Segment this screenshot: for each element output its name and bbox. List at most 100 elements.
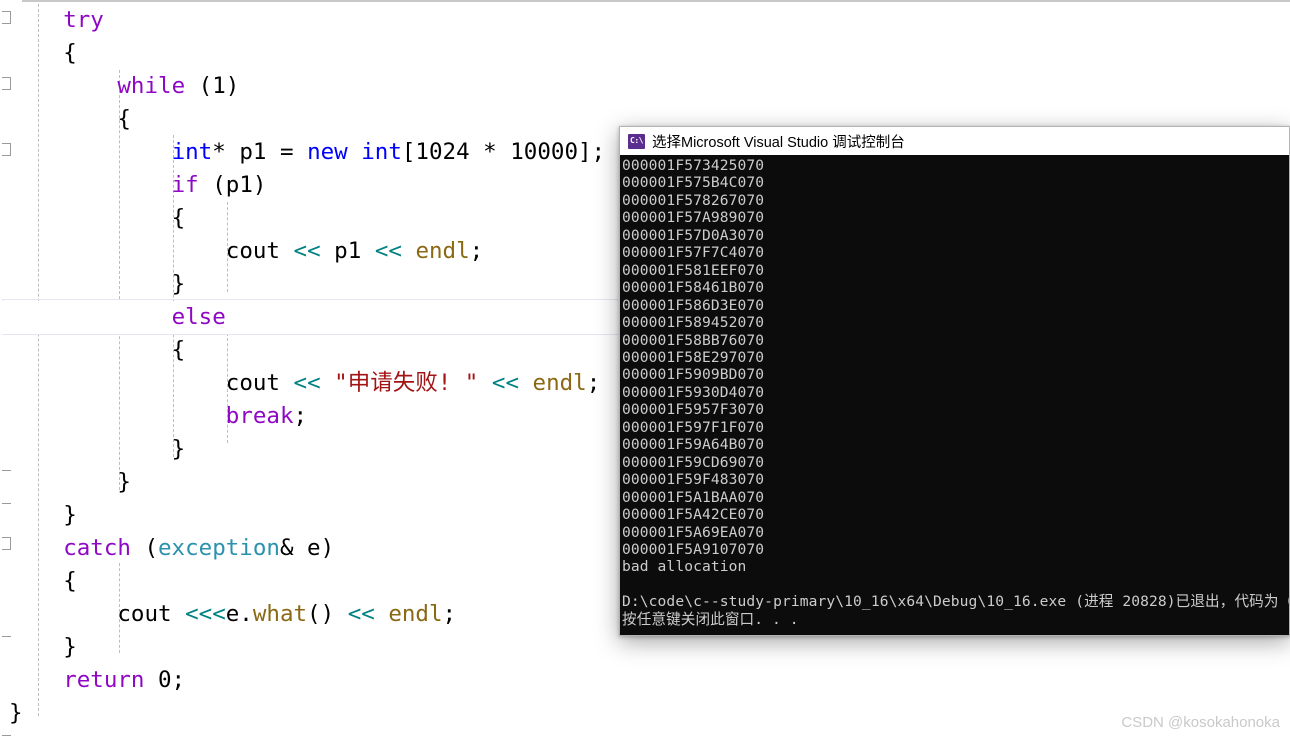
console-output-line: 按任意键关闭此窗口. . . [622,610,799,628]
code-token: new [307,139,348,165]
code-token: break [225,403,294,429]
debug-console-window[interactable]: C:\ 选择Microsoft Visual Studio 调试控制台 0000… [619,126,1290,636]
console-output-line: 000001F589452070 [622,314,765,332]
code-line[interactable]: { [0,37,1290,70]
code-line-text: { [63,568,77,594]
code-token: { [63,40,77,66]
code-token: { [171,205,186,231]
code-line-text: catch (exception& e) [63,535,334,561]
code-token: ; [586,370,601,396]
code-token: { [171,337,186,363]
console-output-line: 000001F581EEF070 [622,261,765,279]
code-token: * p1 = [212,139,308,165]
code-token: (p1) [198,172,267,198]
code-token: << [293,370,321,396]
console-output-line: 000001F5A1BAA070 [622,488,765,506]
code-token: << [491,370,519,396]
code-line-text: break; [226,403,307,429]
code-line-text: } [63,502,77,528]
code-token: } [117,469,131,495]
code-token: if [171,172,199,198]
code-line-text: } [172,436,186,462]
code-line[interactable]: } [0,697,1290,730]
code-token: cout [225,238,294,264]
code-token: return [63,667,145,693]
code-token: what [252,601,308,627]
code-token: e. [225,601,253,627]
console-output-line: 000001F5A42CE070 [622,506,765,524]
code-token: << [293,238,321,264]
code-token: exception [158,535,280,561]
code-token: } [63,634,77,660]
console-output-line: 000001F59F483070 [622,471,765,489]
console-output-line: 000001F5A9107070 [622,540,765,558]
console-output-line: 000001F5957F3070 [622,401,765,419]
console-output-line: 000001F57F7C4070 [622,244,765,262]
code-line-text: while (1) [117,73,239,99]
console-output-line: 000001F5909BD070 [622,366,765,384]
code-line-text: } [9,700,23,726]
code-token: int [361,139,402,165]
code-line-text: { [172,205,186,231]
console-output-line: 000001F57D0A3070 [622,226,765,244]
code-token: () [307,601,348,627]
code-line-text: return 0; [63,667,185,693]
console-output-line: 000001F597F1F070 [622,418,765,436]
console-output-line: D:\code\c--study-primary\10_16\x64\Debug… [622,593,1289,611]
console-output-line: 000001F59CD69070 [622,453,765,471]
code-token: } [171,271,186,297]
console-output-line: 000001F57A989070 [622,209,765,227]
code-token: p1 [320,238,375,264]
console-output-area[interactable]: 000001F573425070 000001F575B4C070 000001F5… [620,155,1289,635]
console-output-line: 000001F58BB76070 [622,331,765,349]
console-output-line: 000001F58461B070 [622,279,765,297]
code-line-text: try [63,7,104,33]
console-title-bar[interactable]: C:\ 选择Microsoft Visual Studio 调试控制台 [620,127,1289,155]
code-token: { [117,106,131,132]
console-title-text: 选择Microsoft Visual Studio 调试控制台 [652,134,905,151]
code-line-text: cout << p1 << endl; [226,238,483,264]
code-token: endl [415,238,470,264]
code-line-text: { [117,106,131,132]
code-line-text: cout <<<e.what() << endl; [117,601,456,627]
code-token: } [171,436,186,462]
console-output-line: 000001F5930D4070 [622,383,765,401]
code-token: } [9,700,23,726]
code-line-text: else [172,304,226,330]
code-line-text: } [117,469,131,495]
code-token: endl [388,601,443,627]
code-token: cout [117,601,186,627]
code-token: << [374,238,402,264]
code-line[interactable]: while (1) [0,70,1290,103]
code-token: try [63,7,104,33]
console-output-line: 000001F5A69EA070 [622,523,765,541]
code-line-text: } [172,271,186,297]
csdn-watermark: CSDN @kosokahonoka [1121,714,1280,731]
code-line[interactable]: try [0,4,1290,37]
code-token: << [347,601,375,627]
code-line-text: { [63,40,77,66]
console-output-line: bad allocation [622,558,747,576]
console-output-line: 000001F578267070 [622,191,765,209]
code-line-text: if (p1) [172,172,267,198]
code-line-text: } [63,634,77,660]
code-token: "申请失败! " [334,370,479,396]
code-token: 0; [144,667,186,693]
console-output-line: 000001F58E297070 [622,348,765,366]
code-line[interactable]: return 0; [0,664,1290,697]
code-token: while [117,73,186,99]
code-token: endl [532,370,587,396]
code-token: cout [225,370,294,396]
code-token: } [63,502,77,528]
code-line-text: cout << "申请失败! " << endl; [226,370,600,396]
code-line-text: { [172,337,186,363]
code-token: [1024 * 10000]; [401,139,606,165]
code-token: else [171,304,226,330]
code-token: ( [130,535,159,561]
